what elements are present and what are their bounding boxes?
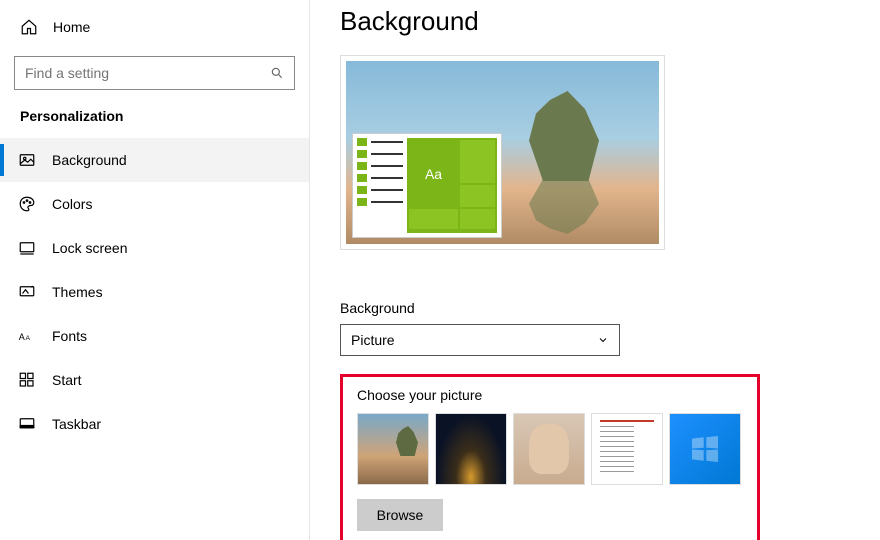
nav-taskbar[interactable]: Taskbar [0,402,309,446]
preview-sample-text [409,140,458,207]
preview-wallpaper [346,61,659,244]
start-icon [18,371,36,389]
themes-icon [18,283,36,301]
picture-thumbnails [357,413,743,485]
dropdown-value: Picture [351,332,395,348]
home-icon [20,18,38,36]
picture-thumb-2[interactable] [435,413,507,485]
settings-sidebar: Home Personalization Background Colors [0,0,310,540]
nav-label: Taskbar [52,416,101,432]
home-label: Home [53,19,90,35]
nav-label: Colors [52,196,92,212]
page-title: Background [340,6,850,37]
nav-label: Fonts [52,328,87,344]
home-nav[interactable]: Home [0,10,309,52]
nav-start[interactable]: Start [0,358,309,402]
chevron-down-icon [597,334,609,346]
background-section-label: Background [340,300,850,316]
nav-background[interactable]: Background [0,138,309,182]
nav-label: Lock screen [52,240,127,256]
nav-label: Background [52,152,127,168]
preview-scenery [529,91,599,181]
category-header: Personalization [0,108,309,138]
picture-thumb-4[interactable] [591,413,663,485]
picture-thumb-1[interactable] [357,413,429,485]
lock-screen-icon [18,239,36,257]
choose-picture-section: Choose your picture Browse [340,374,760,540]
background-preview [340,55,665,250]
main-content: Background [310,0,880,540]
picture-thumb-3[interactable] [513,413,585,485]
search-icon [270,66,284,80]
nav-themes[interactable]: Themes [0,270,309,314]
taskbar-icon [18,415,36,433]
nav-colors[interactable]: Colors [0,182,309,226]
svg-text:A: A [26,335,31,342]
nav-label: Themes [52,284,103,300]
preview-scenery-reflection [529,179,599,234]
browse-button[interactable]: Browse [357,499,443,531]
picture-icon [18,151,36,169]
search-input[interactable] [25,65,270,81]
nav-label: Start [52,372,82,388]
choose-picture-label: Choose your picture [357,387,743,403]
search-box[interactable] [14,56,295,90]
palette-icon [18,195,36,213]
nav-lock-screen[interactable]: Lock screen [0,226,309,270]
preview-window-mock [352,133,502,238]
background-type-dropdown[interactable]: Picture [340,324,620,356]
picture-thumb-5[interactable] [669,413,741,485]
nav-fonts[interactable]: AA Fonts [0,314,309,358]
svg-text:A: A [19,332,25,342]
fonts-icon: AA [18,327,36,345]
